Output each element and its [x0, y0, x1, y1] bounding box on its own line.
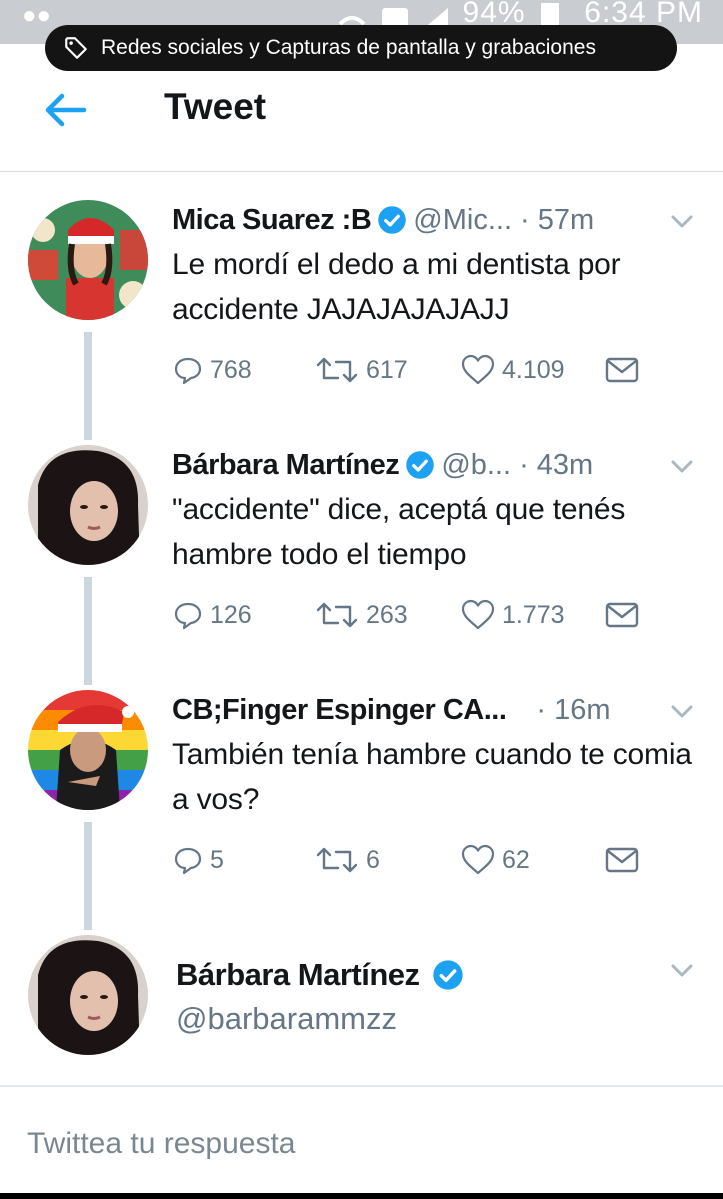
tweet-time[interactable]: · 43m — [519, 449, 593, 482]
reply-count: 126 — [210, 600, 252, 629]
verified-badge-icon — [406, 451, 435, 479]
reply-count: 5 — [210, 845, 224, 874]
notification-toast[interactable]: Redes sociales y Capturas de pantalla y … — [45, 25, 677, 71]
heart-icon — [461, 599, 495, 630]
avatar[interactable] — [28, 200, 148, 320]
tweet-item[interactable]: Mica Suarez :B @Mic... · 57m Le mordí el… — [0, 200, 723, 440]
tweet-text: También tenía hambre cuando te comia a v… — [172, 738, 692, 816]
retweet-icon — [316, 357, 358, 383]
page-title: Tweet — [164, 86, 267, 127]
author-name[interactable]: Bárbara Martínez — [176, 957, 420, 993]
heart-icon — [461, 354, 495, 385]
thread-line — [84, 332, 92, 440]
author-handle[interactable]: @Mic... — [413, 204, 512, 237]
main-tweet-header: Bárbara Martínez — [176, 955, 696, 995]
reply-icon — [174, 357, 202, 385]
bottom-edge — [0, 1193, 723, 1199]
chevron-down-icon[interactable] — [667, 696, 697, 726]
like-button[interactable]: 1.773 — [460, 599, 565, 631]
tag-icon — [65, 37, 87, 59]
arrow-left-icon[interactable] — [40, 90, 90, 130]
tweet-item[interactable]: Bárbara Martínez @b... · 43m "accidente"… — [0, 445, 723, 685]
tweet-actions: 126 263 1.773 — [172, 599, 672, 639]
signal-icon: ●● — [22, 2, 51, 29]
retweet-count: 617 — [366, 355, 408, 384]
author-handle[interactable]: @b... — [441, 449, 511, 482]
thread-line — [84, 822, 92, 930]
like-button[interactable]: 4.109 — [460, 354, 565, 386]
page-header: Tweet — [0, 72, 723, 172]
battery-icon — [540, 3, 559, 26]
tweet-text: Le mordí el dedo a mi dentista por accid… — [172, 248, 621, 326]
author-name[interactable]: Mica Suarez :B — [172, 204, 372, 237]
author-name[interactable]: CB;Finger Espinger CA... — [172, 694, 507, 727]
reply-button[interactable]: 5 — [172, 844, 224, 876]
toast-text: Redes sociales y Capturas de pantalla y … — [101, 36, 596, 59]
tweet-header: CB;Finger Espinger CA... · 16m — [172, 690, 692, 730]
tweet-time[interactable]: · 16m — [536, 694, 610, 727]
reply-bar — [0, 1085, 723, 1193]
thread-line — [84, 577, 92, 685]
chevron-down-icon[interactable] — [667, 206, 697, 236]
retweet-icon — [316, 602, 358, 628]
dm-button[interactable] — [604, 354, 646, 386]
avatar[interactable] — [28, 445, 148, 565]
like-count: 62 — [502, 845, 530, 874]
reply-icon — [174, 847, 202, 875]
tweet-header: Bárbara Martínez @b... · 43m — [172, 445, 692, 485]
reply-input[interactable] — [27, 1123, 687, 1165]
tweet-text: "accidente" dice, aceptá que tenés hambr… — [172, 493, 626, 571]
main-tweet[interactable]: Bárbara Martínez @barbarammzz — [0, 935, 723, 1065]
retweet-count: 6 — [366, 845, 380, 874]
heart-icon — [461, 844, 495, 875]
verified-badge-icon — [432, 960, 463, 990]
author-name[interactable]: Bárbara Martínez — [172, 449, 400, 482]
like-count: 4.109 — [502, 355, 565, 384]
retweet-count: 263 — [366, 600, 408, 629]
tweet-time[interactable]: · 57m — [520, 204, 594, 237]
reply-icon — [174, 602, 202, 630]
chevron-down-icon[interactable] — [667, 955, 697, 985]
envelope-icon — [605, 847, 639, 873]
like-count: 1.773 — [502, 600, 565, 629]
reply-button[interactable]: 126 — [172, 599, 252, 631]
reply-count: 768 — [210, 355, 252, 384]
tweet-actions: 768 617 4.109 — [172, 354, 672, 394]
tweet-actions: 5 6 62 — [172, 844, 672, 884]
dm-button[interactable] — [604, 599, 646, 631]
verified-badge-icon — [378, 206, 407, 234]
retweet-button[interactable]: 617 — [314, 354, 408, 386]
avatar[interactable] — [28, 690, 148, 810]
tweet-item[interactable]: CB;Finger Espinger CA... · 16m También t… — [0, 690, 723, 930]
avatar[interactable] — [28, 935, 148, 1055]
envelope-icon — [605, 357, 639, 383]
envelope-icon — [605, 602, 639, 628]
author-handle[interactable]: @barbarammzz — [176, 1001, 397, 1037]
dm-button[interactable] — [604, 844, 646, 876]
tweet-header: Mica Suarez :B @Mic... · 57m — [172, 200, 692, 240]
retweet-icon — [316, 847, 358, 873]
retweet-button[interactable]: 263 — [314, 599, 408, 631]
like-button[interactable]: 62 — [460, 844, 530, 876]
retweet-button[interactable]: 6 — [314, 844, 380, 876]
chevron-down-icon[interactable] — [667, 451, 697, 481]
reply-button[interactable]: 768 — [172, 354, 252, 386]
